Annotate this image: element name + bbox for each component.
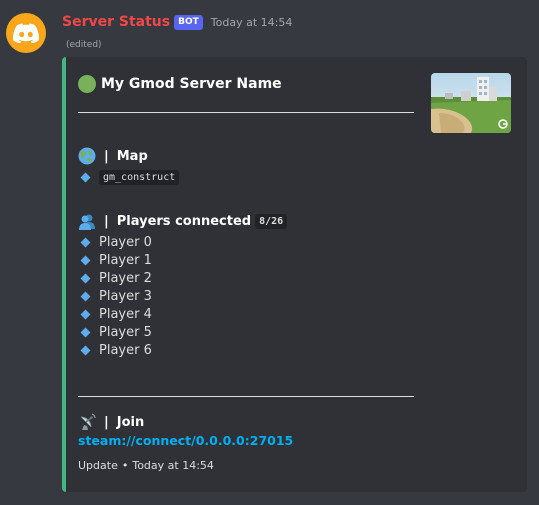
busts-icon — [79, 214, 95, 230]
join-label: Join — [116, 414, 145, 430]
player-name: Player 4 — [99, 306, 152, 322]
map-thumbnail[interactable] — [431, 73, 511, 133]
players-count: 8/26 — [255, 213, 288, 229]
map-value-row: gm_construct — [78, 168, 180, 186]
blue-diamond-icon — [80, 255, 91, 265]
list-item: Player 0 — [78, 233, 152, 251]
blue-diamond-icon — [80, 345, 91, 355]
blue-diamond-icon — [80, 327, 91, 337]
embed-title: My Gmod Server Name — [78, 75, 282, 93]
bot-tag: BOT — [174, 14, 203, 30]
players-field-name: | Players connected 8/26 — [78, 212, 288, 230]
player-name: Player 5 — [99, 324, 152, 340]
list-item: Player 6 — [78, 341, 152, 359]
player-name: Player 6 — [99, 342, 152, 358]
satellite-antenna-icon — [80, 413, 96, 430]
green-circle-icon — [78, 75, 96, 93]
player-name: Player 1 — [99, 252, 152, 268]
list-item: Player 1 — [78, 251, 152, 269]
join-field-name: | Join — [78, 413, 144, 431]
username[interactable]: Server Status — [62, 14, 170, 30]
message-header: Server Status BOT Today at 14:54 — [62, 12, 292, 32]
map-field-name: | Map — [78, 147, 148, 165]
avatar[interactable] — [6, 13, 46, 53]
globe-icon — [78, 147, 96, 165]
footer-separator: • — [121, 459, 129, 472]
blue-diamond-icon — [80, 237, 91, 247]
divider — [78, 396, 414, 397]
steam-connect-link[interactable]: steam://connect/0.0.0.0:27015 — [78, 433, 293, 448]
blue-diamond-icon — [80, 172, 91, 182]
footer-text: Update — [78, 459, 118, 472]
footer-timestamp: Today at 14:54 — [132, 459, 214, 472]
player-name: Player 3 — [99, 288, 152, 304]
blue-diamond-icon — [80, 273, 91, 283]
list-item: Player 2 — [78, 269, 152, 287]
embed-footer: Update • Today at 14:54 — [78, 459, 214, 472]
list-item: Player 4 — [78, 305, 152, 323]
edited-label: (edited) — [66, 40, 102, 50]
embed-card: My Gmod Server Name | Map gm_construct |… — [62, 57, 527, 492]
map-value: gm_construct — [99, 169, 180, 185]
list-item: Player 5 — [78, 323, 152, 341]
blue-diamond-icon — [80, 309, 91, 319]
map-label: Map — [116, 148, 148, 164]
divider — [78, 112, 414, 113]
player-name: Player 2 — [99, 270, 152, 286]
blue-diamond-icon — [80, 291, 91, 301]
list-item: Player 3 — [78, 287, 152, 305]
player-name: Player 0 — [99, 234, 152, 250]
chat-message: Server Status BOT Today at 14:54 (edited… — [0, 0, 539, 505]
players-label: Players connected — [116, 213, 252, 229]
discord-logo-icon — [13, 23, 39, 43]
message-timestamp[interactable]: Today at 14:54 — [211, 16, 293, 29]
server-name: My Gmod Server Name — [101, 76, 282, 92]
